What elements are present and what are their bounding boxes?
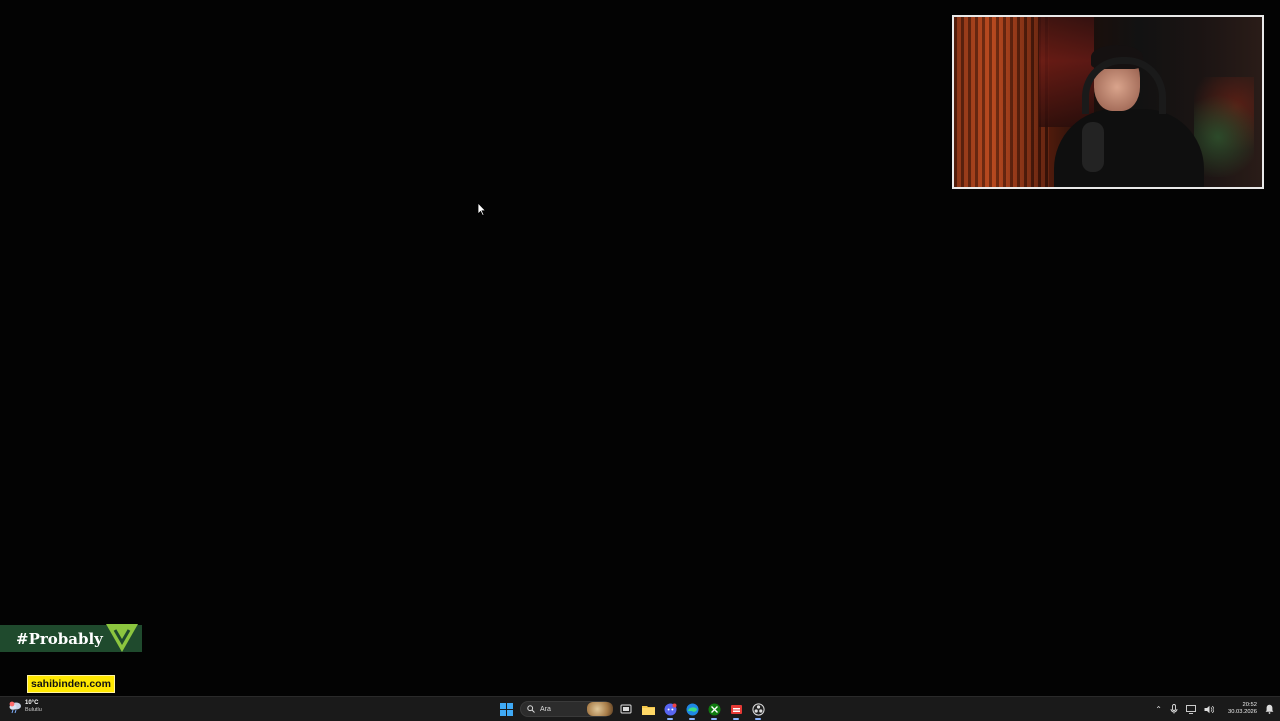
mouse-cursor-icon bbox=[477, 202, 487, 216]
system-tray: ⌃ 20:52 30.03.2026 bbox=[1155, 697, 1280, 721]
probably-hashtag: #Probably bbox=[16, 629, 103, 648]
search-placeholder: Ara bbox=[540, 705, 551, 713]
taskbar-center: Ara bbox=[498, 699, 766, 720]
edge-button[interactable] bbox=[684, 701, 700, 720]
sponsor-label: sahibinden.com bbox=[27, 675, 115, 693]
search-icon bbox=[527, 705, 535, 713]
streamer-body bbox=[1054, 109, 1204, 187]
edge-icon bbox=[686, 703, 698, 715]
cloud-rain-icon bbox=[9, 701, 21, 714]
folder-icon bbox=[641, 705, 655, 715]
xbox-icon bbox=[708, 703, 720, 715]
chevron-up-icon[interactable]: ⌃ bbox=[1155, 705, 1162, 714]
clock-date: 30.03.2026 bbox=[1227, 709, 1257, 715]
start-button[interactable] bbox=[498, 701, 514, 717]
clock[interactable]: 20:52 30.03.2026 bbox=[1228, 702, 1257, 716]
task-view-button[interactable] bbox=[618, 701, 634, 717]
clock-time: 20:52 bbox=[1242, 702, 1257, 708]
red-app-button[interactable] bbox=[728, 701, 744, 720]
probably-logo-icon bbox=[106, 624, 138, 652]
obs-icon bbox=[751, 702, 765, 716]
microphone bbox=[1082, 122, 1104, 172]
webcam-overlay bbox=[952, 15, 1264, 189]
taskbar-search[interactable]: Ara bbox=[520, 701, 613, 717]
wall-slats bbox=[954, 17, 1049, 187]
microphone-icon[interactable] bbox=[1170, 704, 1178, 714]
red-app-icon bbox=[730, 704, 742, 714]
weather-condition: Bulutlu bbox=[25, 707, 42, 713]
weather-temperature: 10°C bbox=[25, 700, 39, 706]
network-icon[interactable] bbox=[1186, 704, 1196, 714]
probably-banner: #Probably bbox=[0, 624, 142, 652]
taskbar: 10°C Bulutlu Ara ⌃ 20:52 30.03.2026 bbox=[0, 696, 1280, 721]
file-explorer-button[interactable] bbox=[640, 701, 656, 717]
obs-button[interactable] bbox=[750, 701, 766, 720]
windows-logo-icon bbox=[499, 702, 513, 716]
volume-icon[interactable] bbox=[1204, 705, 1214, 714]
notification-bell-icon[interactable] bbox=[1265, 704, 1274, 714]
discord-button[interactable] bbox=[662, 701, 678, 720]
task-view-icon bbox=[620, 704, 632, 714]
search-highlight-image bbox=[587, 702, 613, 716]
discord-icon bbox=[664, 703, 676, 715]
xbox-button[interactable] bbox=[706, 701, 722, 720]
weather-widget[interactable]: 10°C Bulutlu bbox=[8, 700, 42, 714]
